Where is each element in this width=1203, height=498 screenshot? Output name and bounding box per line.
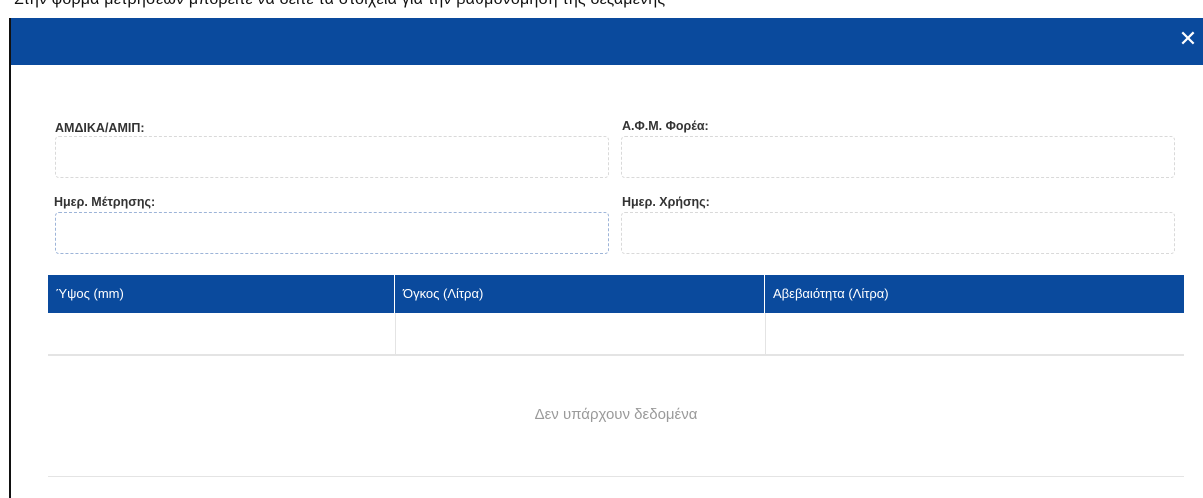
page: Στην φόρμα μετρήσεων μπορείτε να δείτε τ…: [0, 0, 1203, 498]
filter-cell-volume[interactable]: [395, 313, 766, 354]
cropped-page-text: Στην φόρμα μετρήσεων μπορείτε να δείτε τ…: [14, 0, 665, 9]
dialog-header: ✕: [11, 18, 1203, 65]
close-icon[interactable]: ✕: [1177, 24, 1199, 54]
afm-field[interactable]: [621, 136, 1175, 178]
filter-cell-uncertainty[interactable]: [765, 313, 1184, 354]
use-date-label: Ημερ. Χρήσης:: [622, 195, 710, 209]
amdika-field[interactable]: [55, 136, 609, 178]
calibration-dialog: ✕ ΑΜΔΙΚΑ/ΑΜΙΠ: Α.Φ.Μ. Φορέα: Ημερ. Μέτρη…: [9, 18, 1203, 498]
filter-cell-height[interactable]: [48, 313, 396, 354]
amdika-label: ΑΜΔΙΚΑ/ΑΜΙΠ:: [55, 121, 145, 135]
use-date-field[interactable]: [621, 212, 1175, 254]
afm-label: Α.Φ.Μ. Φορέα:: [622, 119, 709, 133]
column-volume[interactable]: Όγκος (Λίτρα): [395, 275, 765, 313]
page-text-strip: Στην φόρμα μετρήσεων μπορείτε να δείτε τ…: [0, 0, 1203, 18]
calibration-table-header: Ύψος (mm) Όγκος (Λίτρα) Αβεβαιότητα (Λίτ…: [48, 275, 1184, 313]
empty-state-message: Δεν υπάρχουν δεδομένα: [48, 354, 1184, 477]
column-uncertainty[interactable]: Αβεβαιότητα (Λίτρα): [765, 275, 1184, 313]
column-height[interactable]: Ύψος (mm): [48, 275, 395, 313]
measure-date-label: Ημερ. Μέτρησης:: [54, 195, 156, 209]
table-filter-row: [48, 313, 1184, 356]
measure-date-field[interactable]: [55, 212, 609, 254]
